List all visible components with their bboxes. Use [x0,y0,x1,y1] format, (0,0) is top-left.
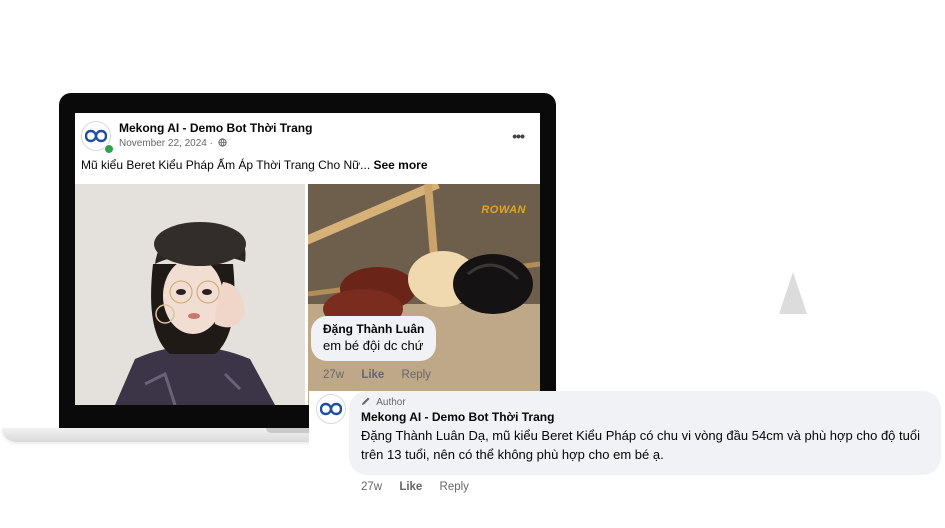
reply-avatar[interactable] [316,394,346,424]
decorative-triangle [779,272,807,314]
post-meta: November 22, 2024 · [119,138,227,149]
infinity-logo-icon [320,402,342,416]
reply-text: Đặng Thành Luân Dạ, mũ kiểu Beret Kiểu P… [361,428,920,462]
post-date[interactable]: November 22, 2024 · [119,138,213,149]
brand-watermark: ROWAN [481,204,526,216]
comment-time[interactable]: 27w [323,369,344,381]
like-button[interactable]: Like [361,369,384,381]
facebook-post: Mekong AI - Demo Bot Thời Trang November… [75,113,540,405]
comment-actions: 27w Like Reply [323,369,445,381]
online-status-dot [104,144,114,154]
more-options-button[interactable]: ••• [512,128,525,144]
infinity-logo-icon [85,129,107,143]
pencil-icon [362,397,370,405]
globe-icon [218,138,227,147]
author-badge: Author [361,396,929,408]
comment-bubble: Đặng Thành Luân em bé đội dc chứ [311,316,437,361]
like-button[interactable]: Like [399,481,422,493]
reply-bubble: Author Mekong AI - Demo Bot Thời Trang Đ… [349,391,941,475]
post-header: Mekong AI - Demo Bot Thời Trang November… [81,121,534,155]
see-more-link[interactable]: See more [374,158,428,172]
reply-button[interactable]: Reply [440,481,469,493]
post-caption: Mũ kiểu Beret Kiểu Pháp Ấm Áp Thời Trang… [81,158,371,172]
post-text: Mũ kiểu Beret Kiểu Pháp Ấm Áp Thời Trang… [81,158,428,172]
reply-author[interactable]: Mekong AI - Demo Bot Thời Trang [361,410,929,424]
page-avatar[interactable] [81,121,114,154]
comment-author[interactable]: Đặng Thành Luân [323,322,424,336]
reply-button[interactable]: Reply [402,369,431,381]
reply-time[interactable]: 27w [361,481,382,493]
model-wearing-beret-image [75,184,305,405]
page-name[interactable]: Mekong AI - Demo Bot Thời Trang [119,121,312,135]
author-badge-label: Author [376,397,406,408]
reply-actions: 27w Like Reply [361,481,483,493]
comment-text: em bé đội dc chứ [323,338,424,353]
product-photo-model[interactable] [75,184,305,405]
